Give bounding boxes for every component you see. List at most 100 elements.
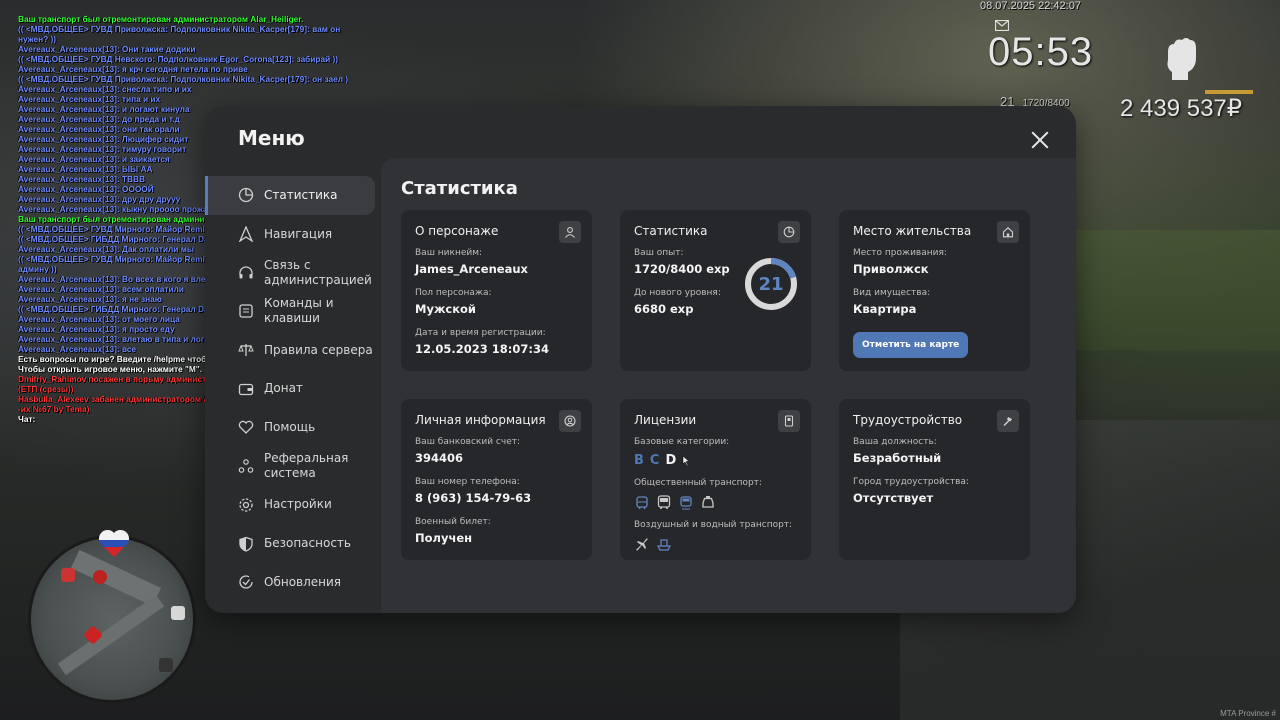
sidebar-item-label: Навигация: [264, 226, 333, 241]
card-statistics: Статистика Ваш опыт: 1720/8400 exp До но…: [620, 210, 811, 371]
chat-line: Avereaux_Arceneaux[13]: я крч сегодня пе…: [18, 64, 248, 74]
minimap-radar: [28, 535, 196, 703]
trolleybus-icon: [636, 496, 648, 509]
home-icon: [997, 221, 1019, 243]
card-title: Место жительства: [853, 224, 972, 238]
chat-line: (( <МВД.ОБЩЕЕ> ГУВД Невского: Подполковн…: [18, 54, 339, 64]
license-category-d: D: [665, 453, 677, 468]
position-label: Ваша должность:: [853, 437, 937, 447]
hammer-icon: [997, 410, 1019, 432]
sidebar-item-label: Настройки: [264, 497, 332, 512]
chat-line: нужен? )): [18, 34, 57, 44]
sidebar-item-label: Обновления: [264, 574, 342, 589]
public-transport-label: Общественный транспорт:: [634, 478, 762, 488]
tram-icon: [680, 496, 692, 510]
server-watermark: MTA Province #: [1220, 709, 1276, 718]
sidebar-item-label: Статистика: [264, 187, 338, 202]
radar-road: [57, 594, 165, 676]
gender-label: Пол персонажа:: [415, 288, 492, 298]
card-licenses: Лицензии Базовые категории: B C D Общест…: [620, 399, 811, 560]
military-id-value: Получен: [415, 531, 473, 545]
navigation-icon: [238, 226, 254, 243]
hud-clock: 05:53: [988, 30, 1094, 74]
pie-chart-icon: [778, 221, 800, 243]
sidebar-item-help[interactable]: Помощь: [205, 408, 381, 447]
sidebar-item-rules[interactable]: Правила сервера: [205, 331, 381, 370]
sidebar-item-label: Безопасность: [264, 536, 351, 551]
public-transport-licenses: [634, 494, 797, 510]
level-number: 21: [758, 273, 784, 295]
air-water-transport-label: Воздушный и водный транспорт:: [634, 520, 793, 530]
building-blip-icon: [159, 658, 173, 672]
sidebar-item-commands[interactable]: Команды и клавиши: [205, 292, 381, 331]
heart-hand-icon: [238, 421, 254, 435]
chat-line: Avereaux_Arceneaux[13]: Они такие додики: [18, 44, 196, 54]
card-character: О персонаже Ваш никнейм: James_Arceneaux…: [401, 210, 592, 371]
chat-line: Avereaux_Arceneaux[13]: снесла типо и их: [18, 84, 192, 94]
card-title: Лицензии: [634, 413, 697, 427]
refresh-check-icon: [239, 575, 253, 589]
bank-account-label: Ваш банковский счет:: [415, 437, 521, 447]
sidebar-item-label: Правила сервера: [264, 342, 373, 357]
license-category-b: B: [634, 453, 644, 468]
residence-place-value: Приволжск: [853, 262, 929, 276]
sidebar-item-security[interactable]: Безопасность: [205, 524, 381, 563]
mouse-cursor-icon: [683, 454, 690, 466]
wallet-icon: [238, 383, 254, 395]
sidebar-item-statistics[interactable]: Статистика: [205, 176, 375, 215]
phone-value: 8 (963) 154-79-63: [415, 491, 532, 505]
sidebar-item-label: Связь с администрацией: [264, 257, 372, 287]
license-category-c: C: [649, 453, 660, 468]
registration-value: 12.05.2023 18:07:34: [415, 342, 549, 356]
background-grass: [1075, 230, 1280, 350]
hospital-blip-icon: [171, 606, 185, 620]
property-type-label: Вид имущества:: [853, 288, 931, 298]
license-categories: B C D: [634, 453, 797, 468]
sidebar-item-admin-contact[interactable]: Связь с администрацией: [205, 253, 381, 292]
russia-flag-heart-icon: [98, 529, 130, 557]
sidebar-item-updates[interactable]: Обновления: [205, 563, 381, 602]
content-title: Статистика: [401, 178, 518, 199]
fist-weapon-icon: [1167, 38, 1196, 80]
chat-line: (( <МВД.ОБЩЕЕ> ГУВД Приволжска: Подполко…: [18, 24, 341, 34]
sidebar-item-label: Реферальная система: [264, 451, 349, 481]
chat-line: Avereaux_Arceneaux[13]: типа и их: [18, 94, 161, 104]
car-blip-icon: [93, 570, 107, 584]
card-title: Статистика: [634, 224, 708, 238]
job-city-value: Отсутствует: [853, 491, 934, 505]
gear-icon: [239, 498, 253, 512]
user-icon: [559, 221, 581, 243]
nickname-label: Ваш никнейм:: [415, 248, 483, 258]
card-title: Трудоустройство: [853, 413, 963, 427]
sidebar-item-navigation[interactable]: Навигация: [205, 215, 381, 254]
position-value: Безработный: [853, 451, 942, 465]
airplane-icon: [636, 538, 648, 551]
menu-title: Меню: [238, 126, 305, 150]
shield-icon: [239, 536, 253, 552]
close-button[interactable]: [1028, 128, 1052, 152]
hud-datetime: 08.07.2025 22:42:07: [980, 0, 1081, 12]
military-id-label: Военный билет:: [415, 517, 491, 527]
menu-sidebar: Статистика Навигация Связь с администрац…: [205, 176, 381, 602]
sidebar-item-label: Помощь: [264, 419, 316, 434]
gender-value: Мужской: [415, 302, 476, 316]
card-title: О персонаже: [415, 224, 499, 238]
scales-icon: [238, 344, 254, 357]
chat-line: (( <МВД.ОБЩЕЕ> ГУВД Приволжска: Подполко…: [18, 74, 348, 84]
bank-account-value: 394406: [415, 451, 464, 465]
mark-on-map-button[interactable]: Отметить на карте: [853, 332, 969, 358]
air-water-licenses: [634, 536, 797, 552]
headset-icon: [239, 266, 253, 279]
radar-marker-icon: [61, 568, 75, 582]
property-type-value: Квартира: [853, 302, 917, 316]
user-circle-icon: [559, 410, 581, 432]
registration-label: Дата и время регистрации:: [415, 328, 546, 338]
bus-icon: [657, 495, 671, 509]
sidebar-item-donate[interactable]: Донат: [205, 369, 381, 408]
content-panel: Статистика О персонаже Ваш никнейм: Jame…: [381, 158, 1076, 613]
sidebar-item-referral[interactable]: Реферальная система: [205, 447, 381, 486]
nickname-value: James_Arceneaux: [415, 262, 528, 276]
card-residence: Место жительства Место проживания: Приво…: [839, 210, 1030, 371]
sidebar-item-settings[interactable]: Настройки: [205, 486, 381, 525]
keyboard-icon: [239, 304, 253, 319]
